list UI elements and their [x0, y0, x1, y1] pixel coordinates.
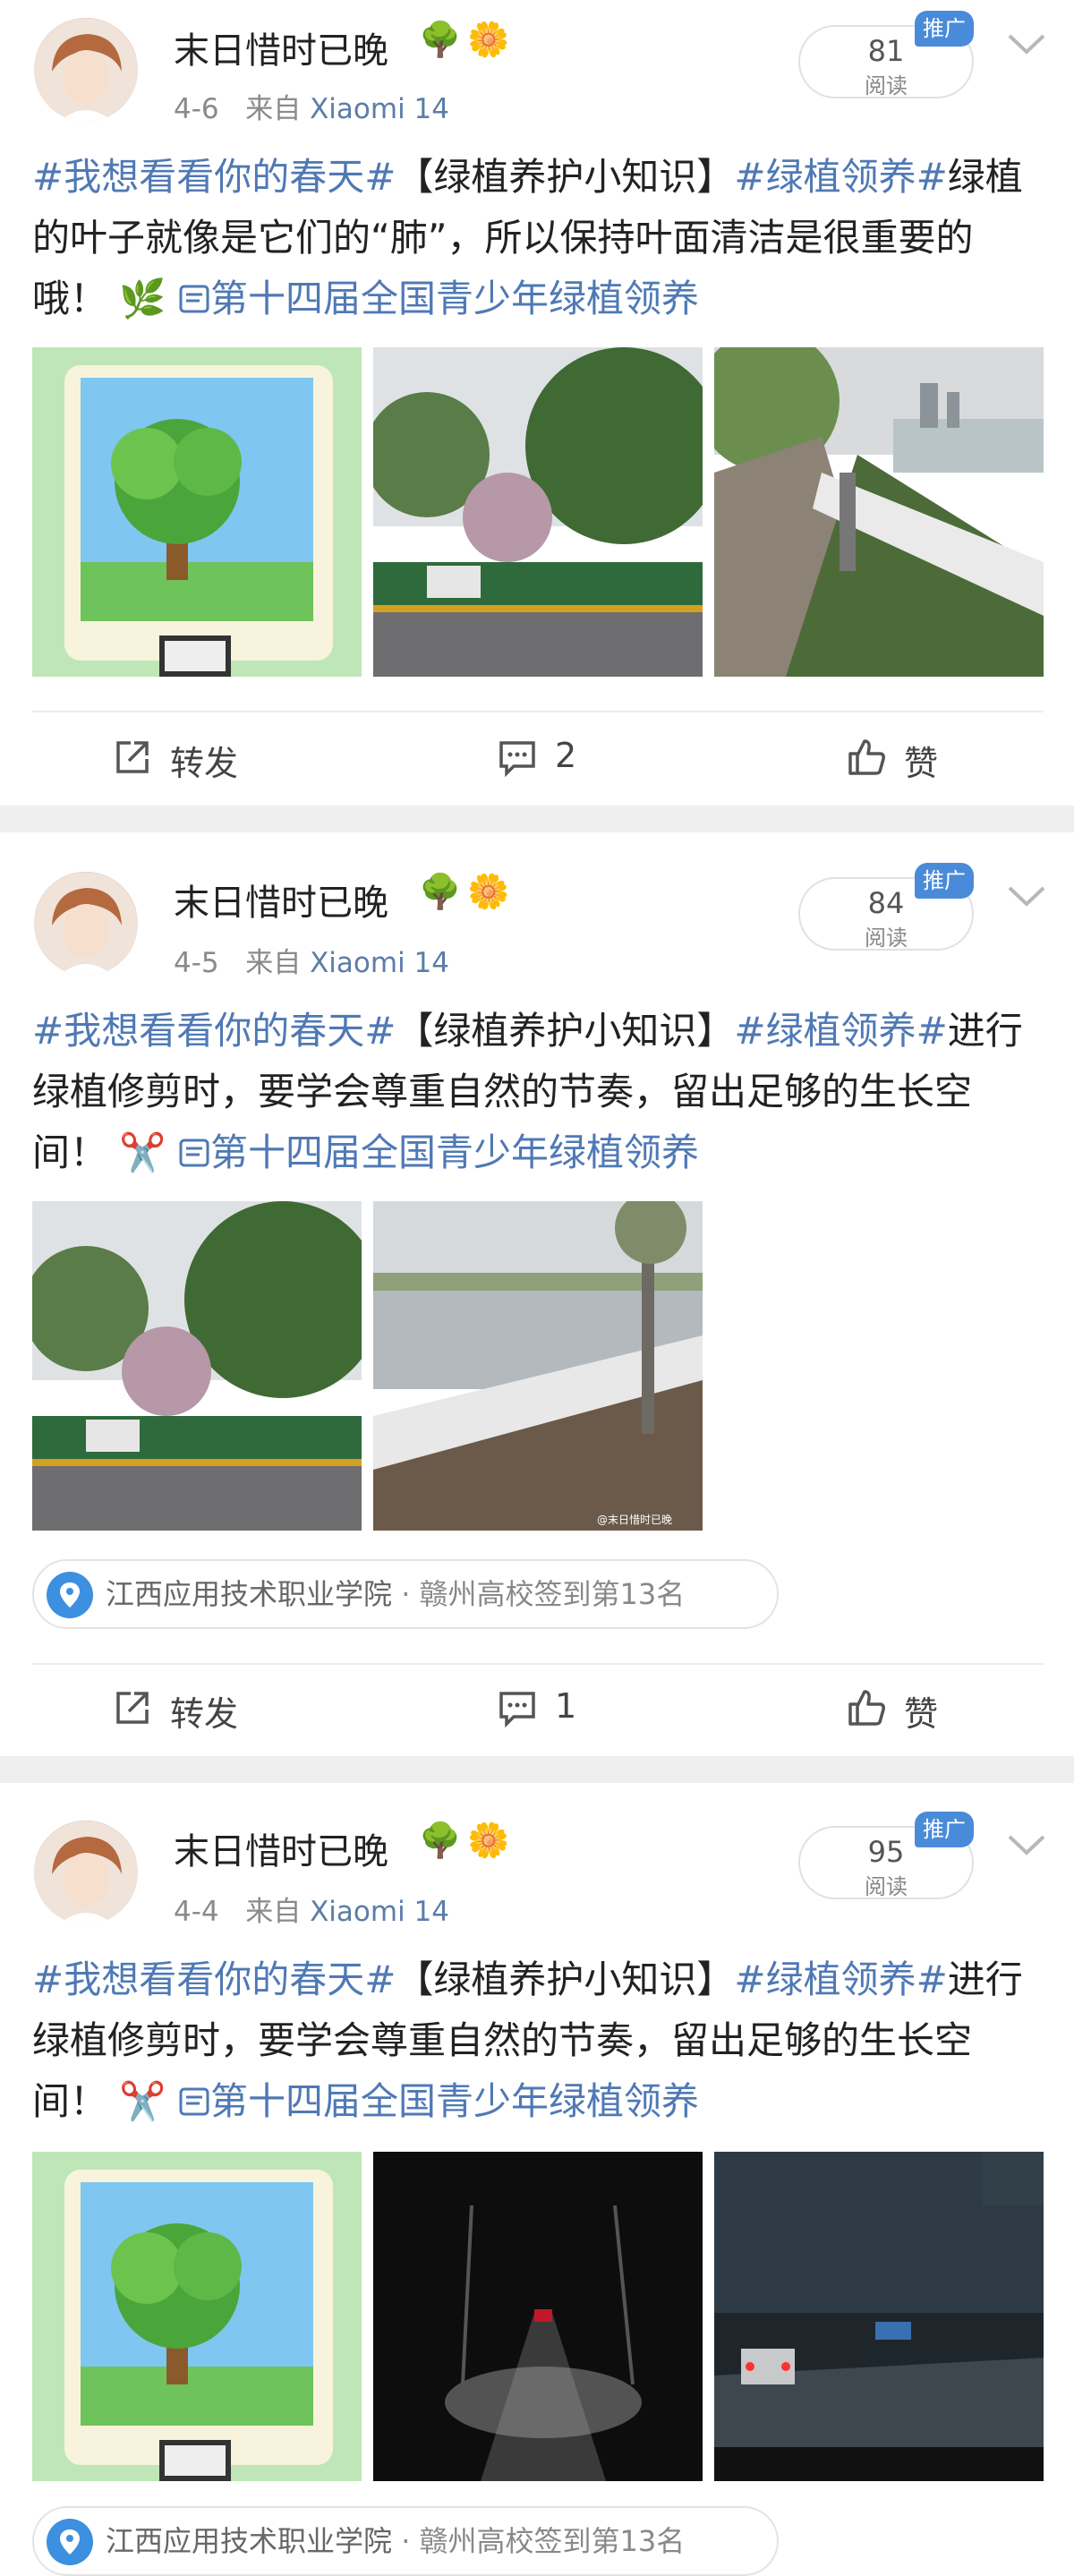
hashtag-spring[interactable]: #我想看看你的春天# [32, 155, 396, 199]
post-date: 4-5 [174, 947, 219, 979]
tree-emoji: 🌳 [419, 1821, 462, 1860]
post-source-label: 来自 [245, 947, 302, 979]
link-icon [179, 1139, 209, 1167]
thumbs-up-icon [848, 1690, 885, 1726]
post-image-3[interactable] [714, 2152, 1044, 2481]
location-rank: · 赣州高校签到第13名 [401, 1577, 686, 1611]
herb-emoji: 🌿 [119, 277, 166, 320]
username[interactable]: 末日惜时已晚 [174, 21, 388, 73]
flower-emoji: 🌼 [467, 20, 510, 59]
hashtag-plant-adopt[interactable]: #绿植领养# [734, 155, 947, 199]
post-date: 4-4 [174, 1896, 219, 1928]
post-device[interactable]: Xiaomi 14 [310, 93, 449, 125]
location-pin-icon [47, 1572, 93, 1618]
image-watermark: @末日惜时已晚 [597, 1514, 672, 1526]
chevron-down-icon[interactable] [1002, 1828, 1051, 1864]
hashtag-plant-adopt[interactable]: #绿植领养# [734, 1009, 947, 1053]
flower-emoji: 🌼 [467, 1821, 510, 1860]
chevron-down-icon[interactable] [1002, 27, 1051, 63]
divider [32, 1663, 1044, 1665]
topic-link-label: 第十四届全国青少年绿植领养 [210, 2079, 700, 2123]
post-title: 【绿植养护小知识】 [396, 1009, 735, 1053]
like-label: 赞 [904, 1694, 939, 1734]
post-image-2[interactable] [373, 347, 703, 677]
comment-count: 1 [555, 1686, 577, 1726]
link-icon [179, 285, 209, 313]
user-avatar[interactable] [34, 872, 138, 976]
like-label: 赞 [904, 744, 939, 783]
weibo-post-3: 末日惜时已晚 🌳 🌼 4-4 来自 Xiaomi 14 95 阅读 推广 #我想… [0, 1783, 1074, 2576]
user-avatar[interactable] [34, 1821, 138, 1924]
forward-label: 转发 [170, 1694, 239, 1734]
topic-link[interactable]: 第十四届全国青少年绿植领养 [178, 2079, 699, 2123]
topic-link[interactable]: 第十四届全国青少年绿植领养 [178, 277, 699, 320]
tree-emoji: 🌳 [419, 20, 462, 59]
post-image-2[interactable]: @末日惜时已晚 [373, 1201, 703, 1531]
location-tag[interactable]: 江西应用技术职业学院 · 赣州高校签到第13名 [32, 2506, 779, 2576]
share-icon [116, 1692, 149, 1724]
location-pin-icon [47, 2519, 93, 2565]
scissors-emoji: ✂️ [119, 1130, 166, 1174]
post-meta: 4-5 来自 Xiaomi 14 [174, 940, 449, 980]
location-name: 江西应用技术职业学院 [106, 2524, 393, 2558]
post-title: 【绿植养护小知识】 [396, 1958, 735, 2001]
post-image-2[interactable] [373, 2152, 703, 2481]
thumbs-up-icon [848, 739, 885, 775]
post-meta: 4-4 来自 Xiaomi 14 [174, 1889, 449, 1929]
read-count-label: 阅读 [865, 73, 908, 98]
post-image-1[interactable] [32, 347, 362, 677]
post-source-label: 来自 [245, 93, 302, 125]
post-date: 4-6 [174, 93, 219, 125]
post-text: #我想看看你的春天#【绿植养护小知识】#绿植领养#绿植的叶子就像是它们的“肺”，… [32, 147, 1044, 329]
post-image-3[interactable] [714, 347, 1044, 677]
post-text: #我想看看你的春天#【绿植养护小知识】#绿植领养#进行绿植修剪时，要学会尊重自然… [32, 1001, 1044, 1183]
topic-link-label: 第十四届全国青少年绿植领养 [210, 1130, 700, 1174]
post-separator [0, 806, 1074, 832]
post-device[interactable]: Xiaomi 14 [310, 1896, 449, 1928]
post-title: 【绿植养护小知识】 [396, 155, 735, 199]
weibo-post-2: 末日惜时已晚 🌳 🌼 4-5 来自 Xiaomi 14 84 阅读 推广 #我想… [0, 832, 1074, 1756]
post-text: #我想看看你的春天#【绿植养护小知识】#绿植领养#进行绿植修剪时，要学会尊重自然… [32, 1949, 1044, 2132]
topic-link[interactable]: 第十四届全国青少年绿植领养 [178, 1130, 699, 1174]
hashtag-spring[interactable]: #我想看看你的春天# [32, 1009, 396, 1053]
chevron-down-icon[interactable] [1002, 879, 1051, 915]
share-icon [116, 741, 149, 773]
read-count-label: 阅读 [865, 925, 908, 951]
promote-badge[interactable]: 推广 [915, 1812, 974, 1847]
link-icon [179, 2087, 209, 2116]
promote-badge[interactable]: 推广 [915, 863, 974, 899]
location-rank: · 赣州高校签到第13名 [401, 2524, 686, 2558]
topic-link-label: 第十四届全国青少年绿植领养 [210, 277, 700, 320]
image-grid [32, 2152, 1044, 2481]
scissors-emoji: ✂️ [119, 2079, 166, 2123]
hashtag-spring[interactable]: #我想看看你的春天# [32, 1958, 396, 2001]
post-separator [0, 1756, 1074, 1783]
post-device[interactable]: Xiaomi 14 [310, 947, 449, 979]
comment-icon [499, 1692, 535, 1728]
username[interactable]: 末日惜时已晚 [174, 1822, 388, 1874]
post-image-1[interactable] [32, 2152, 362, 2481]
comment-count: 2 [555, 736, 577, 775]
forward-label: 转发 [170, 744, 239, 783]
flower-emoji: 🌼 [467, 872, 510, 911]
divider [32, 711, 1044, 712]
user-avatar[interactable] [34, 18, 138, 122]
username[interactable]: 末日惜时已晚 [174, 874, 388, 925]
image-grid [32, 347, 1044, 677]
tree-emoji: 🌳 [419, 872, 462, 911]
weibo-post-1: 末日惜时已晚 🌳 🌼 4-6 来自 Xiaomi 14 81 阅读 推广 #我想… [0, 0, 1074, 806]
location-name: 江西应用技术职业学院 [106, 1577, 393, 1611]
read-count-label: 阅读 [865, 1874, 908, 1899]
post-source-label: 来自 [245, 1896, 302, 1928]
promote-badge[interactable]: 推广 [915, 11, 974, 47]
location-tag[interactable]: 江西应用技术职业学院 · 赣州高校签到第13名 [32, 1559, 779, 1629]
image-grid: @末日惜时已晚 [32, 1201, 712, 1531]
comment-icon [499, 741, 535, 778]
post-image-1[interactable] [32, 1201, 362, 1531]
hashtag-plant-adopt[interactable]: #绿植领养# [734, 1958, 947, 2001]
post-meta: 4-6 来自 Xiaomi 14 [174, 86, 449, 126]
